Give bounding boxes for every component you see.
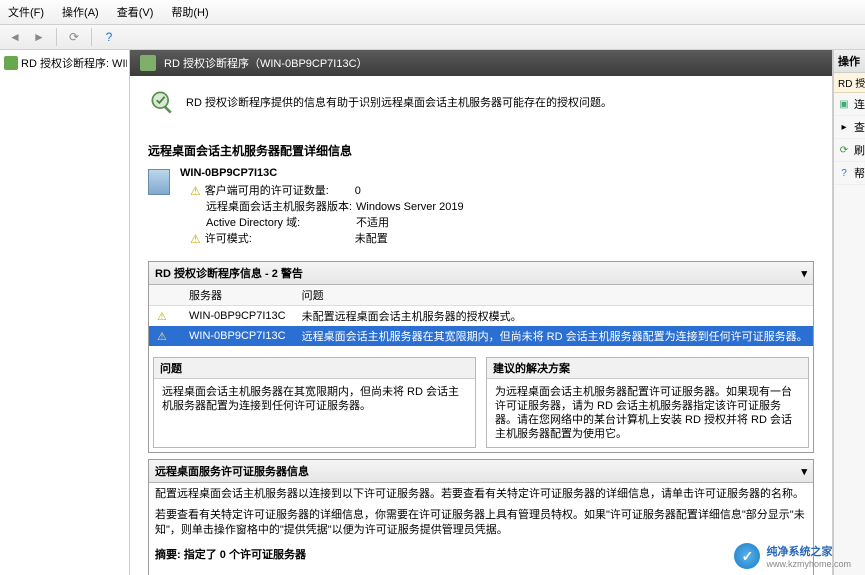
action-view[interactable]: ▸查询	[834, 116, 865, 139]
collapse-icon[interactable]: ▾	[801, 267, 807, 280]
details-heading: 远程桌面会话主机服务器配置详细信息	[148, 136, 814, 163]
watermark-name: 纯净系统之家	[766, 546, 832, 558]
actions-title: 操作	[834, 50, 865, 73]
diag-icon	[4, 56, 18, 70]
banner-text: RD 授权诊断程序提供的信息有助于识别远程桌面会话主机服务器可能存在的授权问题。	[186, 94, 612, 110]
solution-box: 建议的解决方案 为远程桌面会话主机服务器配置许可证服务器。如果现有一台许可证服务…	[486, 357, 809, 448]
help-button[interactable]: ?	[100, 28, 118, 46]
watermark: ✓ 纯净系统之家 www.kzmyhome.com	[734, 543, 851, 569]
col-server[interactable]: 服务器	[181, 285, 294, 306]
messages-list[interactable]: 服务器 问题 ⚠ WIN-0BP9CP7I13C 未配置远程桌面会话主机服务器的…	[149, 285, 813, 351]
problem-heading: 问题	[154, 358, 475, 379]
solution-text: 为远程桌面会话主机服务器配置许可证服务器。如果现有一台许可证服务器，请为 RD …	[487, 379, 808, 447]
license-summary: 摘要: 指定了 0 个许可证服务器	[149, 540, 813, 566]
toolbar: ◄ ► ⟳ ?	[0, 25, 865, 50]
content-pane: RD 授权诊断程序（WIN-0BP9CP7I13C） RD 授权诊断程序提供的信…	[130, 50, 833, 575]
license-count-value: 0	[355, 183, 361, 199]
license-mode-label: 许可模式:	[205, 231, 355, 247]
msg-server: WIN-0BP9CP7I13C	[181, 326, 294, 346]
action-connect[interactable]: ▣连接	[834, 93, 865, 116]
server-icon	[148, 169, 170, 195]
license-empty-message: 未将远程桌面会话主机服务器配置为连接到任何许可证服务器。	[153, 570, 809, 575]
menu-action[interactable]: 操作(A)	[58, 2, 103, 22]
messages-heading: RD 授权诊断程序信息 - 2 警告	[155, 265, 303, 281]
actions-subtitle: RD 授权	[834, 73, 865, 93]
connect-icon: ▣	[838, 98, 850, 110]
warning-icon: ⚠	[157, 310, 169, 323]
back-button[interactable]: ◄	[6, 28, 24, 46]
action-refresh[interactable]: ⟳刷新	[834, 139, 865, 162]
message-row[interactable]: ⚠ WIN-0BP9CP7I13C 未配置远程桌面会话主机服务器的授权模式。	[149, 306, 813, 327]
problem-text: 远程桌面会话主机服务器在其宽限期内，但尚未将 RD 会话主机服务器配置为连接到任…	[154, 379, 475, 427]
msg-server: WIN-0BP9CP7I13C	[181, 306, 294, 327]
server-version-label: 远程桌面会话主机服务器版本:	[206, 199, 356, 215]
msg-issue: 未配置远程桌面会话主机服务器的授权模式。	[294, 306, 813, 327]
msg-issue: 远程桌面会话主机服务器在其宽限期内，但尚未将 RD 会话主机服务器配置为连接到任…	[294, 326, 813, 346]
message-row-selected[interactable]: ⚠ WIN-0BP9CP7I13C 远程桌面会话主机服务器在其宽限期内，但尚未将…	[149, 326, 813, 346]
watermark-logo-icon: ✓	[734, 543, 760, 569]
problem-box: 问题 远程桌面会话主机服务器在其宽限期内，但尚未将 RD 会话主机服务器配置为连…	[153, 357, 476, 448]
forward-button[interactable]: ►	[30, 28, 48, 46]
summary-text: 指定了 0 个许可证服务器	[184, 549, 306, 561]
warning-icon: ⚠	[190, 183, 201, 199]
refresh-icon: ⟳	[838, 144, 850, 156]
help-icon: ?	[838, 167, 850, 179]
warning-icon: ⚠	[157, 330, 169, 343]
col-issue[interactable]: 问题	[294, 285, 813, 306]
view-icon: ▸	[838, 121, 850, 133]
messages-panel: RD 授权诊断程序信息 - 2 警告 ▾ 服务器 问题 ⚠ WIN-0BP9CP…	[148, 261, 814, 453]
tree-item-rd-diag[interactable]: RD 授权诊断程序: WIN-0BP9C	[2, 54, 127, 72]
license-heading: 远程桌面服务许可证服务器信息	[155, 463, 309, 479]
menu-file[interactable]: 文件(F)	[4, 2, 48, 22]
refresh-button[interactable]: ⟳	[65, 28, 83, 46]
license-server-panel: 远程桌面服务许可证服务器信息 ▾ 配置远程桌面会话主机服务器以连接到以下许可证服…	[148, 459, 814, 575]
nav-tree: RD 授权诊断程序: WIN-0BP9C	[0, 50, 130, 575]
content-title-bar: RD 授权诊断程序（WIN-0BP9CP7I13C）	[130, 50, 832, 76]
ad-domain-label: Active Directory 域:	[206, 215, 356, 231]
watermark-url: www.kzmyhome.com	[766, 559, 851, 569]
license-mode-value: 未配置	[355, 231, 388, 247]
menu-view[interactable]: 查看(V)	[113, 2, 158, 22]
warning-icon: ⚠	[190, 231, 201, 247]
actions-pane: 操作 RD 授权 ▣连接 ▸查询 ⟳刷新 ?帮助	[833, 50, 865, 575]
diagnostic-icon	[148, 88, 176, 116]
action-help[interactable]: ?帮助	[834, 162, 865, 185]
ad-domain-value: 不适用	[356, 215, 389, 231]
summary-label: 摘要:	[155, 549, 184, 561]
collapse-icon[interactable]: ▾	[801, 465, 807, 478]
server-name: WIN-0BP9CP7I13C	[180, 167, 464, 183]
content-title: RD 授权诊断程序（WIN-0BP9CP7I13C）	[164, 55, 368, 71]
title-icon	[140, 55, 156, 71]
tree-item-label: RD 授权诊断程序: WIN-0BP9C	[21, 55, 127, 71]
license-count-label: 客户端可用的许可证数量:	[205, 183, 355, 199]
server-version-value: Windows Server 2019	[356, 199, 464, 215]
menu-bar: 文件(F) 操作(A) 查看(V) 帮助(H)	[0, 0, 865, 25]
info-banner: RD 授权诊断程序提供的信息有助于识别远程桌面会话主机服务器可能存在的授权问题。	[130, 76, 832, 128]
license-desc-1: 配置远程桌面会话主机服务器以连接到以下许可证服务器。若要查看有关特定许可证服务器…	[149, 483, 813, 504]
solution-heading: 建议的解决方案	[487, 358, 808, 379]
license-desc-2: 若要查看有关特定许可证服务器的详细信息，你需要在许可证服务器上具有管理员特权。如…	[149, 504, 813, 540]
menu-help[interactable]: 帮助(H)	[167, 2, 212, 22]
